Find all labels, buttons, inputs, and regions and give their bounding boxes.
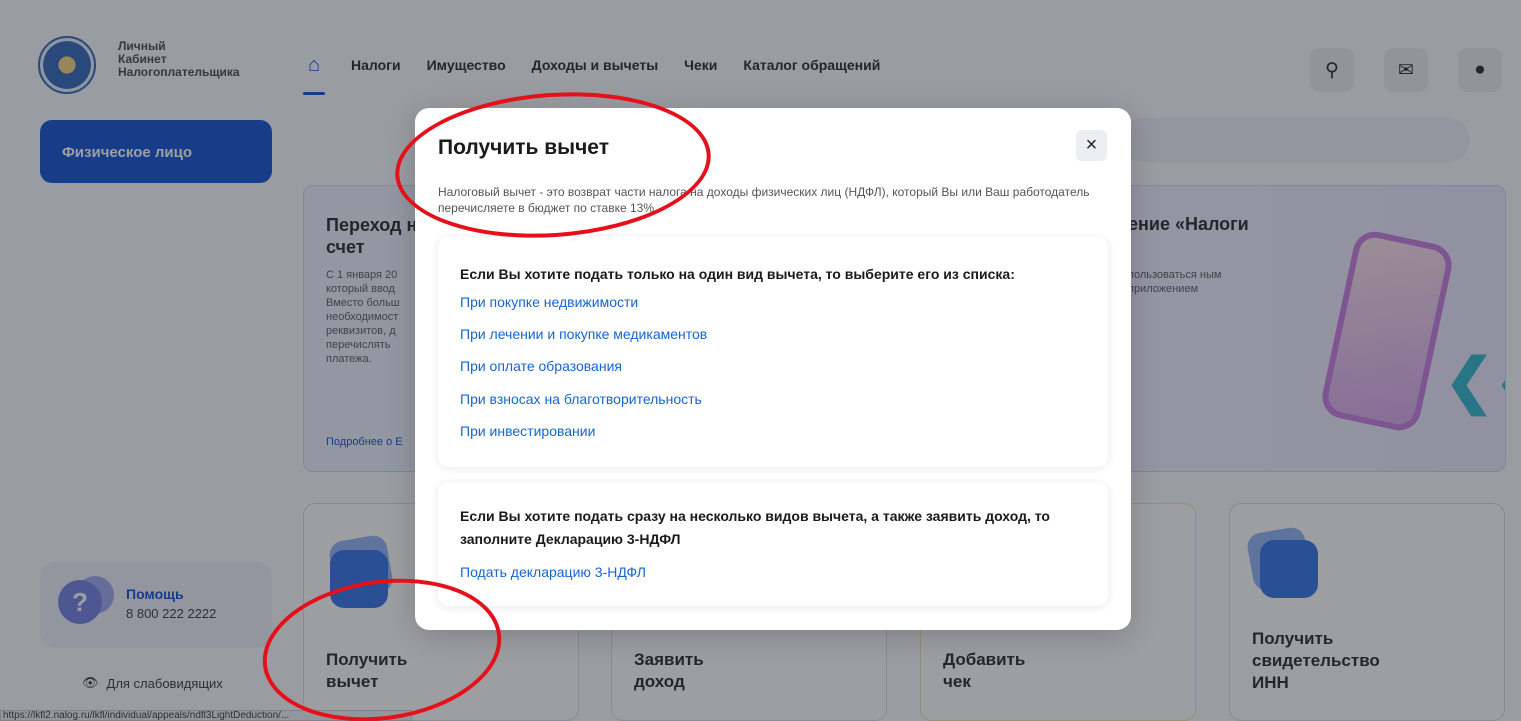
close-icon: × [1085,134,1098,156]
single-deduction-heading: Если Вы хотите подать только на один вид… [460,266,1015,282]
link-charity[interactable]: При взносах на благотворительность [460,391,702,407]
single-deduction-card: Если Вы хотите подать только на один вид… [438,237,1108,467]
close-button[interactable]: × [1076,130,1107,161]
multi-deduction-heading: Если Вы хотите подать сразу на несколько… [460,508,1050,547]
multi-deduction-card: Если Вы хотите подать сразу на несколько… [438,482,1108,606]
link-medical[interactable]: При лечении и покупке медикаментов [460,326,707,342]
link-submit-3ndfl[interactable]: Подать декларацию 3-НДФЛ [460,564,646,580]
link-investment[interactable]: При инвестировании [460,423,595,439]
link-real-estate[interactable]: При покупке недвижимости [460,294,638,310]
link-education[interactable]: При оплате образования [460,358,622,374]
